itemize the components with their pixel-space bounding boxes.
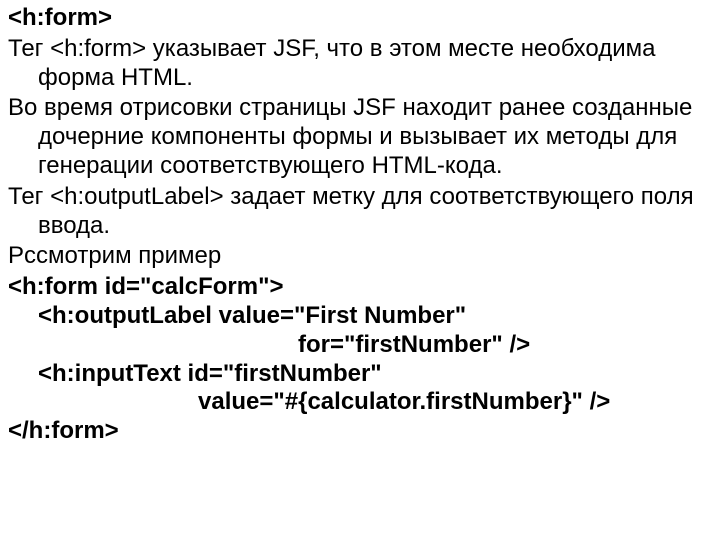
paragraph-2: Во время отрисовки страницы JSF находит … — [8, 94, 712, 180]
code-line-3: for="firstNumber" /> — [8, 331, 712, 360]
code-line-4: <h:inputText id="firstNumber" — [8, 360, 712, 389]
paragraph-4: Рссмотрим пример — [8, 242, 712, 271]
paragraph-3: Тег <h:outputLabel> задает метку для соо… — [8, 183, 712, 241]
slide-title: <h:form> — [8, 4, 712, 33]
code-line-5: value="#{calculator.firstNumber}" /> — [8, 388, 712, 417]
slide-content: <h:form> Тег <h:form> указывает JSF, что… — [0, 0, 720, 454]
code-line-2: <h:outputLabel value="First Number" — [8, 302, 712, 331]
code-line-1: <h:form id="calcForm"> — [8, 273, 712, 302]
paragraph-1: Тег <h:form> указывает JSF, что в этом м… — [8, 35, 712, 93]
code-line-6: </h:form> — [8, 417, 712, 446]
